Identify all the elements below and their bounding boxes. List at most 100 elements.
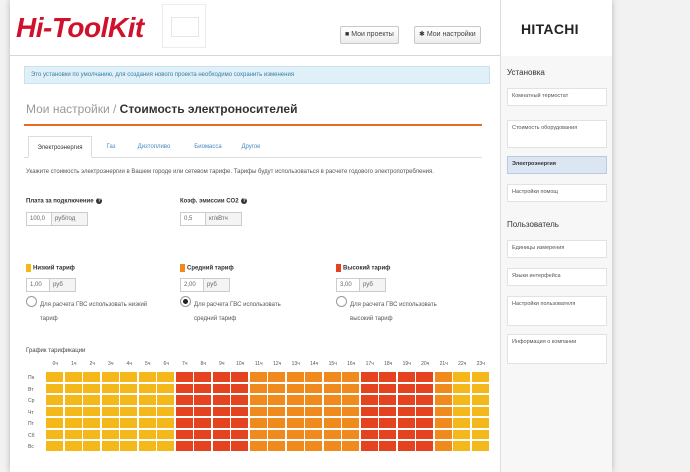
schedule-cell[interactable]: [379, 383, 396, 393]
dhw-tariff-radio[interactable]: [180, 296, 191, 307]
schedule-cell[interactable]: [453, 383, 470, 393]
schedule-cell[interactable]: [434, 406, 452, 416]
schedule-cell[interactable]: [323, 395, 341, 405]
schedule-cell[interactable]: [471, 383, 489, 393]
schedule-cell[interactable]: [46, 395, 63, 405]
schedule-cell[interactable]: [342, 383, 359, 393]
schedule-cell[interactable]: [157, 383, 174, 393]
sidebar-item-install[interactable]: Электроэнергия: [507, 156, 607, 174]
tab-other[interactable]: Другое: [236, 136, 266, 158]
schedule-cell[interactable]: [175, 418, 193, 428]
schedule-cell[interactable]: [268, 406, 285, 416]
schedule-cell[interactable]: [194, 372, 211, 382]
schedule-cell[interactable]: [46, 441, 63, 451]
schedule-cell[interactable]: [323, 372, 341, 382]
tariff-price-input[interactable]: 2,00: [180, 278, 204, 292]
schedule-cell[interactable]: [194, 406, 211, 416]
schedule-cell[interactable]: [212, 395, 230, 405]
schedule-cell[interactable]: [360, 406, 378, 416]
help-icon[interactable]: ?: [241, 198, 248, 204]
schedule-cell[interactable]: [157, 406, 174, 416]
schedule-cell[interactable]: [231, 441, 248, 451]
schedule-cell[interactable]: [323, 429, 341, 439]
schedule-cell[interactable]: [46, 406, 63, 416]
schedule-cell[interactable]: [101, 406, 119, 416]
schedule-cell[interactable]: [323, 418, 341, 428]
schedule-cell[interactable]: [434, 395, 452, 405]
schedule-cell[interactable]: [397, 395, 415, 405]
tab-diesel[interactable]: Дизтопливо: [130, 136, 178, 158]
schedule-cell[interactable]: [342, 441, 359, 451]
schedule-cell[interactable]: [194, 429, 211, 439]
schedule-cell[interactable]: [379, 441, 396, 451]
schedule-cell[interactable]: [397, 383, 415, 393]
schedule-cell[interactable]: [46, 418, 63, 428]
schedule-cell[interactable]: [138, 383, 156, 393]
schedule-cell[interactable]: [101, 383, 119, 393]
schedule-cell[interactable]: [83, 429, 100, 439]
schedule-cell[interactable]: [175, 406, 193, 416]
schedule-cell[interactable]: [416, 429, 433, 439]
schedule-cell[interactable]: [64, 429, 82, 439]
schedule-cell[interactable]: [249, 372, 267, 382]
schedule-cell[interactable]: [471, 418, 489, 428]
schedule-cell[interactable]: [453, 406, 470, 416]
schedule-cell[interactable]: [453, 372, 470, 382]
schedule-cell[interactable]: [305, 383, 322, 393]
schedule-cell[interactable]: [120, 372, 137, 382]
schedule-cell[interactable]: [323, 406, 341, 416]
schedule-cell[interactable]: [138, 429, 156, 439]
schedule-cell[interactable]: [360, 418, 378, 428]
schedule-cell[interactable]: [212, 406, 230, 416]
schedule-cell[interactable]: [360, 441, 378, 451]
schedule-cell[interactable]: [83, 383, 100, 393]
schedule-cell[interactable]: [175, 395, 193, 405]
schedule-cell[interactable]: [120, 406, 137, 416]
subscription-input[interactable]: 100,0: [26, 212, 52, 226]
sidebar-item-install[interactable]: Комнатный термостат: [507, 88, 607, 106]
schedule-cell[interactable]: [231, 372, 248, 382]
tariff-price-input[interactable]: 3,00: [336, 278, 360, 292]
schedule-cell[interactable]: [138, 395, 156, 405]
schedule-cell[interactable]: [157, 418, 174, 428]
schedule-cell[interactable]: [138, 418, 156, 428]
schedule-cell[interactable]: [268, 429, 285, 439]
schedule-cell[interactable]: [453, 418, 470, 428]
schedule-cell[interactable]: [249, 383, 267, 393]
tab-gas[interactable]: Газ: [100, 136, 122, 158]
dhw-tariff-radio[interactable]: [336, 296, 347, 307]
schedule-cell[interactable]: [64, 406, 82, 416]
schedule-cell[interactable]: [249, 429, 267, 439]
schedule-cell[interactable]: [305, 406, 322, 416]
sidebar-item-install[interactable]: Настройки помощ: [507, 184, 607, 202]
schedule-cell[interactable]: [175, 372, 193, 382]
schedule-cell[interactable]: [471, 441, 489, 451]
schedule-cell[interactable]: [397, 372, 415, 382]
schedule-cell[interactable]: [286, 372, 304, 382]
sidebar-item-install[interactable]: Стоимость оборудования: [507, 120, 607, 148]
schedule-cell[interactable]: [397, 429, 415, 439]
schedule-cell[interactable]: [268, 418, 285, 428]
sidebar-item-user[interactable]: Единицы измерения: [507, 240, 607, 258]
schedule-cell[interactable]: [379, 372, 396, 382]
schedule-cell[interactable]: [342, 372, 359, 382]
schedule-cell[interactable]: [120, 441, 137, 451]
schedule-cell[interactable]: [249, 441, 267, 451]
sidebar-item-user[interactable]: Настройки пользователя: [507, 296, 607, 326]
schedule-cell[interactable]: [101, 372, 119, 382]
schedule-cell[interactable]: [397, 441, 415, 451]
schedule-cell[interactable]: [83, 418, 100, 428]
schedule-cell[interactable]: [249, 406, 267, 416]
schedule-cell[interactable]: [305, 429, 322, 439]
schedule-cell[interactable]: [416, 441, 433, 451]
schedule-cell[interactable]: [120, 429, 137, 439]
schedule-cell[interactable]: [64, 441, 82, 451]
schedule-cell[interactable]: [360, 372, 378, 382]
schedule-cell[interactable]: [120, 383, 137, 393]
schedule-cell[interactable]: [231, 383, 248, 393]
schedule-cell[interactable]: [212, 372, 230, 382]
schedule-cell[interactable]: [64, 418, 82, 428]
schedule-cell[interactable]: [286, 406, 304, 416]
schedule-cell[interactable]: [305, 372, 322, 382]
my-settings-button[interactable]: ✱ Мои настройки: [414, 26, 481, 44]
